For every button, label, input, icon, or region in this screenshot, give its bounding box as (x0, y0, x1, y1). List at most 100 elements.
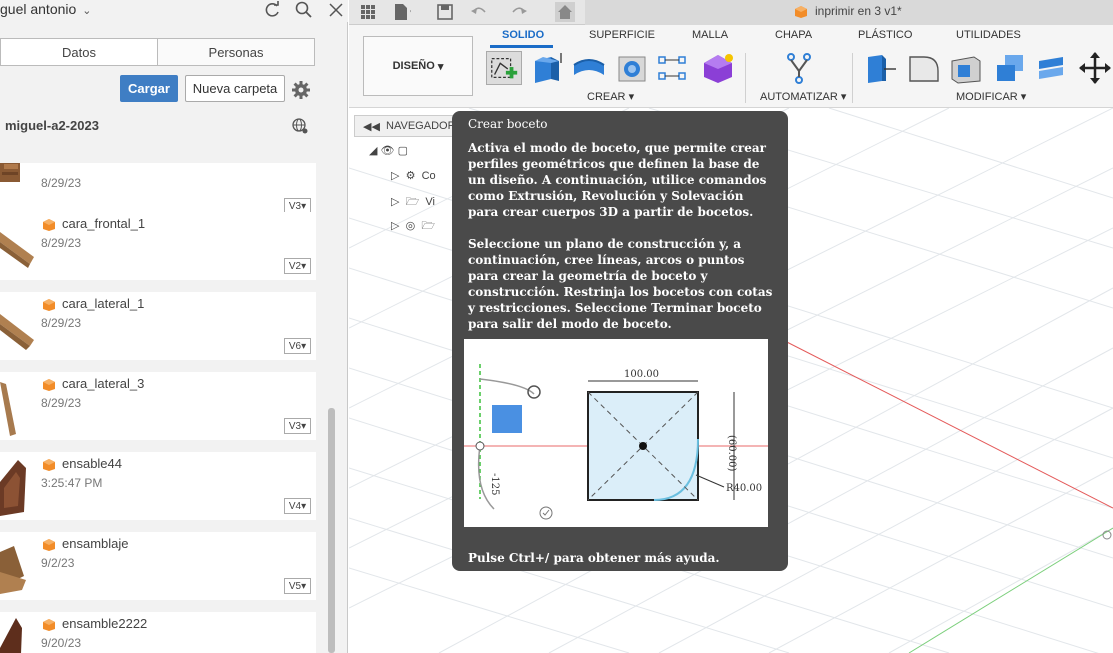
command-tooltip: Crear boceto Activa el modo de boceto, q… (452, 111, 788, 571)
modify-group-dropdown[interactable]: MODIFICAR ▾ (956, 90, 1026, 103)
hidden-eye-icon[interactable]: ◎ (406, 220, 416, 232)
nav-row-root[interactable]: ◢ 👁 ▢ (369, 144, 408, 164)
eye-icon[interactable]: 👁 (381, 145, 395, 157)
active-tab-indicator (490, 45, 553, 48)
tooltip-description: Activa el modo de boceto, que permite cr… (468, 140, 776, 332)
component-icon (43, 619, 55, 631)
version-badge[interactable]: V4 ▾ (284, 498, 311, 514)
file-menu-icon[interactable]: ▾ (391, 2, 411, 22)
home-icon[interactable] (555, 2, 575, 22)
globe-settings-icon[interactable] (292, 118, 308, 134)
file-thumbnail (0, 232, 34, 268)
component-icon (43, 459, 55, 471)
version-badge[interactable]: V3 ▾ (284, 418, 311, 434)
scrollbar-thumb[interactable] (328, 408, 335, 653)
file-card[interactable]: cara_lateral_1 8/29/23 V6 ▾ (0, 292, 316, 360)
gear-icon[interactable] (291, 80, 311, 100)
expand-icon[interactable]: ▷ (391, 170, 399, 182)
workspace-switcher[interactable]: DISEÑO ▾ (363, 36, 473, 96)
folder-icon: 🗁 (405, 196, 420, 208)
shell-icon[interactable] (948, 51, 984, 85)
grid-menu-icon[interactable] (358, 2, 378, 22)
tab-malla[interactable]: MALLA (692, 29, 728, 41)
svg-text:▾: ▾ (410, 9, 411, 16)
user-menu[interactable]: guel antonio ⌄ (0, 1, 92, 17)
file-card[interactable]: ensamble2222 9/20/23 (0, 612, 316, 653)
create-group-dropdown[interactable]: CREAR ▾ (587, 90, 634, 103)
create-sketch-icon[interactable] (486, 51, 522, 85)
nav-row-hidden[interactable]: ▷ ◎ 🗁 (391, 217, 435, 237)
tooltip-footer: Pulse Ctrl+/ para obtener más ayuda. (468, 551, 720, 565)
nav-row-origin[interactable]: ▷ ⚙ Co (391, 169, 436, 189)
expand-icon[interactable]: ▷ (391, 196, 399, 208)
file-name: cara_lateral_3 (62, 376, 145, 391)
document-component-icon (795, 6, 807, 18)
file-name: ensable44 (62, 456, 122, 471)
file-date: 3:25:47 PM (41, 476, 103, 490)
data-panel-tabs: Datos Personas (0, 38, 315, 66)
ribbon-toolbar: DISEÑO ▾ SOLIDO SUPERFICIE MALLA CHAPA P… (349, 25, 1113, 108)
settings-icon: ⚙ (405, 170, 416, 182)
close-icon[interactable] (326, 0, 346, 20)
file-thumbnail (0, 546, 26, 594)
move-icon[interactable] (1077, 51, 1113, 85)
hole-icon[interactable] (615, 51, 651, 85)
file-thumbnail (0, 382, 16, 436)
expand-icon[interactable]: ▷ (391, 220, 399, 232)
offset-face-icon[interactable] (1035, 51, 1071, 85)
folder-icon: 🗁 (421, 220, 435, 232)
data-panel-header: guel antonio ⌄ (0, 0, 348, 22)
fillet-icon[interactable] (906, 51, 942, 85)
collapse-icon[interactable]: ◀◀ (363, 120, 380, 133)
combine-icon[interactable] (993, 51, 1029, 85)
search-icon[interactable] (294, 0, 314, 20)
version-badge[interactable]: V2 ▾ (284, 258, 311, 274)
dimension-top: 100.00 (624, 369, 659, 380)
new-folder-button[interactable]: Nueva carpeta (185, 75, 285, 102)
press-pull-icon[interactable] (862, 51, 898, 85)
sketch-illustration: -125 100.00 (60.00) R40.00 (464, 339, 768, 527)
extrude-icon[interactable] (529, 51, 565, 85)
tab-chapa[interactable]: CHAPA (775, 29, 812, 41)
save-icon[interactable] (435, 2, 455, 22)
tab-personas[interactable]: Personas (158, 39, 314, 65)
file-card[interactable]: ensable44 3:25:47 PM V4 ▾ (0, 452, 316, 520)
file-card[interactable]: ensamblaje 9/2/23 V5 ▾ (0, 532, 316, 600)
tab-solido[interactable]: SOLIDO (502, 29, 544, 41)
component-icon (43, 379, 55, 391)
automate-group-dropdown[interactable]: AUTOMATIZAR ▾ (760, 90, 846, 103)
form-icon[interactable] (700, 51, 736, 85)
tooltip-title: Crear boceto (468, 117, 548, 131)
nav-row-views[interactable]: ▷ 🗁 Vi (391, 193, 435, 213)
document-title: inprimir en 3 v1* (815, 4, 902, 18)
version-badge[interactable]: V5 ▾ (284, 578, 311, 594)
tooltip-paragraph: Seleccione un plano de construcción y, a… (468, 237, 773, 331)
refresh-icon[interactable] (262, 0, 282, 20)
tab-plastico[interactable]: PLÁSTICO (858, 29, 912, 41)
data-panel: guel antonio ⌄ Datos Personas Cargar Nuev… (0, 0, 348, 653)
file-list: 8/29/23 V3 ▾ cara_frontal_1 8/29/23 V2 ▾ c… (0, 163, 320, 653)
file-name: ensamblaje (62, 536, 129, 551)
file-card[interactable]: cara_frontal_1 8/29/23 V2 ▾ (0, 212, 316, 280)
redo-icon[interactable] (509, 2, 529, 22)
expand-icon[interactable]: ◢ (369, 145, 377, 157)
file-card[interactable]: cara_lateral_3 8/29/23 V3 ▾ (0, 372, 316, 440)
pattern-icon[interactable] (655, 51, 691, 85)
automate-icon[interactable] (781, 51, 817, 85)
file-thumbnail (0, 618, 22, 653)
tab-utilidades[interactable]: UTILIDADES (956, 29, 1021, 41)
file-thumbnail (0, 460, 26, 516)
chevron-down-icon: ⌄ (82, 5, 92, 17)
tab-superficie[interactable]: SUPERFICIE (589, 29, 655, 41)
browser-navigator[interactable]: ◀◀ NAVEGADOR (354, 115, 456, 137)
username-label: guel antonio (0, 1, 77, 17)
undo-icon[interactable] (469, 2, 489, 22)
tab-datos[interactable]: Datos (1, 39, 158, 65)
tooltip-paragraph: Activa el modo de boceto, que permite cr… (468, 141, 767, 219)
revolve-icon[interactable] (571, 51, 607, 85)
file-date: 8/29/23 (41, 396, 82, 410)
upload-button[interactable]: Cargar (120, 75, 178, 102)
file-date: 9/20/23 (41, 636, 82, 650)
group-divider (745, 53, 746, 103)
version-badge[interactable]: V6 ▾ (284, 338, 311, 354)
